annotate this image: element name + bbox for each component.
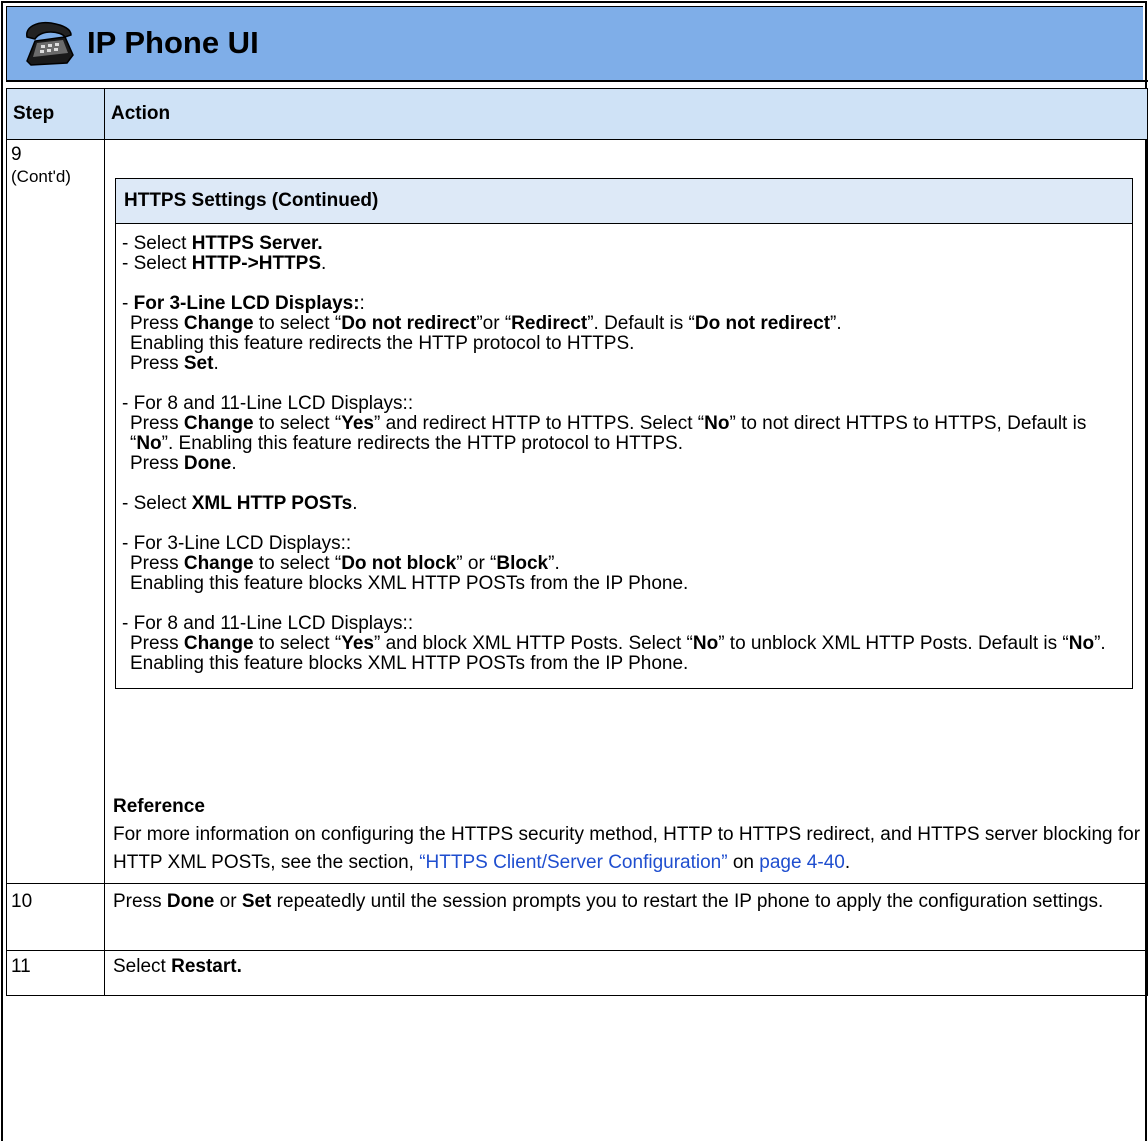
step-cell: 9 (Cont'd) bbox=[6, 139, 105, 884]
reference-title: Reference bbox=[113, 796, 205, 817]
action-cell: Press Done or Set repeatedly until the s… bbox=[104, 883, 1148, 951]
table-row: 10 Press Done or Set repeatedly until th… bbox=[6, 883, 1148, 951]
table-header-row: Step Action bbox=[6, 88, 1148, 140]
steps-table: Step Action 9 (Cont'd) HTTPS Settings (C… bbox=[6, 88, 1148, 996]
https-settings-box: HTTPS Settings (Continued) - Select HTTP… bbox=[115, 178, 1133, 689]
instruction-line: Press Set. bbox=[130, 353, 219, 374]
instruction-line: Enabling this feature redirects the HTTP… bbox=[130, 333, 635, 354]
step-number: 10 bbox=[6, 883, 105, 951]
instruction-line: Press Change to select “Yes” and redirec… bbox=[130, 413, 1087, 454]
reference-text: For more information on configuring the … bbox=[113, 824, 1141, 873]
instruction-line: Press Done. bbox=[130, 453, 237, 474]
box-body: - Select HTTPS Server. - Select HTTP->HT… bbox=[116, 224, 1132, 688]
reference-block: Reference For more information on config… bbox=[113, 793, 1141, 877]
step-number: 11 bbox=[6, 950, 105, 996]
instruction-line: - For 3-Line LCD Displays:: bbox=[122, 293, 365, 314]
action-cell: Select Restart. bbox=[104, 950, 1148, 996]
section-banner: IP Phone UI bbox=[6, 6, 1143, 81]
section-link[interactable]: “HTTPS Client/Server Configuration” bbox=[419, 852, 727, 873]
page-link[interactable]: page 4-40 bbox=[759, 852, 845, 873]
table-row: 11 Select Restart. bbox=[6, 950, 1148, 996]
table-row: 9 (Cont'd) HTTPS Settings (Continued) - … bbox=[6, 139, 1148, 884]
phone-icon bbox=[26, 21, 74, 66]
page-title: IP Phone UI bbox=[87, 25, 259, 60]
column-header-action: Action bbox=[104, 88, 1148, 140]
instruction-line: Press Change to select “Do not redirect”… bbox=[130, 313, 842, 334]
instruction-line: - Select XML HTTP POSTs. bbox=[122, 493, 358, 514]
instruction-line: - For 8 and 11-Line LCD Displays:: bbox=[122, 393, 414, 414]
banner-divider bbox=[6, 80, 1148, 82]
instruction-line: Press Change to select “Yes” and block X… bbox=[130, 633, 1106, 674]
action-cell: HTTPS Settings (Continued) - Select HTTP… bbox=[104, 139, 1148, 884]
instruction-line: - For 3-Line LCD Displays:: bbox=[122, 533, 352, 554]
box-title: HTTPS Settings (Continued) bbox=[116, 179, 1132, 224]
instruction-line: - Select HTTPS Server. bbox=[122, 233, 323, 254]
step-number: 9 bbox=[11, 144, 22, 165]
instruction-line: Press Change to select “Do not block” or… bbox=[130, 553, 560, 574]
instruction-line: - For 8 and 11-Line LCD Displays:: bbox=[122, 613, 414, 634]
step-note: (Cont'd) bbox=[11, 167, 71, 186]
column-header-step: Step bbox=[6, 88, 105, 140]
instruction-line: Enabling this feature blocks XML HTTP PO… bbox=[130, 573, 689, 594]
instruction-line: - Select HTTP->HTTPS. bbox=[122, 253, 327, 274]
